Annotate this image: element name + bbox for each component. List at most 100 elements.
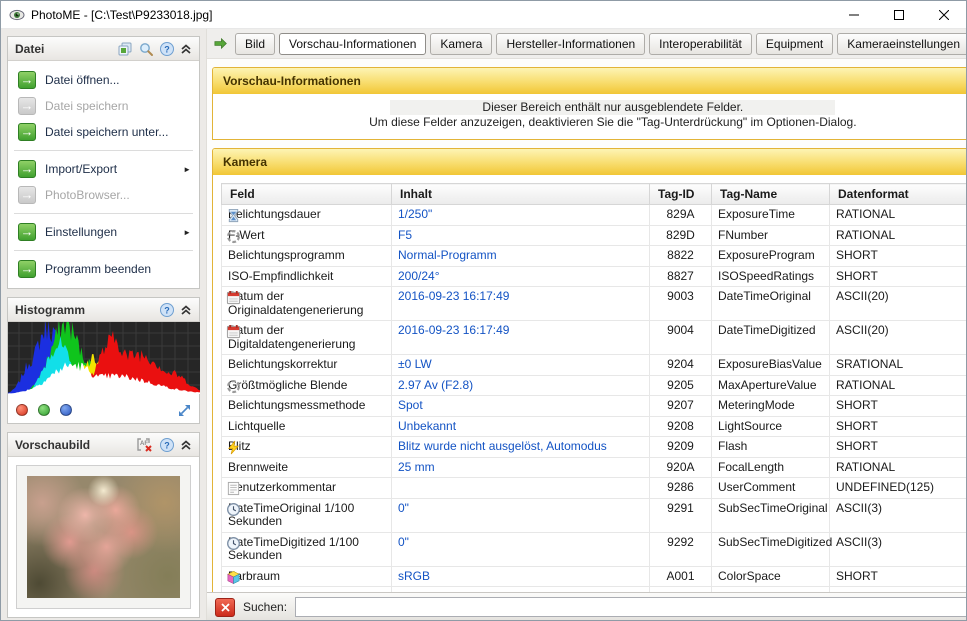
search-icon[interactable] [138, 41, 154, 57]
tab-hersteller-informationen[interactable]: Hersteller-Informationen [496, 32, 646, 55]
table-row[interactable]: F-Wert F5 829D FNumber RATIONAL [221, 224, 966, 246]
cell-inhalt[interactable]: 2016-09-23 16:17:49 [398, 289, 509, 303]
table-row[interactable]: Belichtungskorrektur ±0 LW 9204 Exposure… [221, 354, 966, 376]
menu-item-datei-speichern[interactable]: → Datei speichern ► [8, 93, 199, 119]
menu-item-photobrowser-[interactable]: → PhotoBrowser... ► [8, 182, 199, 208]
flash-icon [226, 440, 241, 455]
field-icon [226, 358, 241, 373]
hourglass-icon [226, 208, 241, 223]
table-row[interactable]: ISO-Empfindlichkeit 200/24° 8827 ISOSpee… [221, 265, 966, 287]
green-arrow-icon: → [18, 186, 36, 204]
title-bar[interactable]: PhotoME - [C:\Test\P9233018.jpg] [1, 1, 966, 29]
tab-kamera[interactable]: Kamera [430, 32, 493, 55]
preview-info-header[interactable]: Vorschau-Informationen [213, 68, 966, 94]
help-icon[interactable]: ? [159, 437, 175, 453]
cell-inhalt[interactable]: 0" [398, 501, 409, 515]
green-arrow-icon: → [18, 97, 36, 115]
field-icon [226, 399, 241, 414]
table-row[interactable]: Brennweite 25 mm 920A FocalLength RATION… [221, 456, 966, 478]
calendar-icon [226, 290, 241, 305]
tab-interoperabilität[interactable]: Interoperabilität [649, 32, 752, 55]
cell-tag-id: 9205 [649, 374, 712, 396]
table-row[interactable]: Lichtquelle Unbekannt 9208 LightSource S… [221, 415, 966, 437]
menu-separator [14, 213, 193, 214]
cell-inhalt[interactable]: F5 [398, 228, 412, 242]
cell-inhalt[interactable]: 2016-09-23 16:17:49 [398, 323, 509, 337]
menu-item-import-export[interactable]: → Import/Export ► [8, 156, 199, 182]
column-datenformat[interactable]: Datenformat [829, 183, 966, 205]
file-panel-header: Datei ? [8, 37, 199, 61]
cell-inhalt[interactable]: Blitz wurde nicht ausgelöst, Automodus [398, 439, 607, 453]
photobrowser-icon[interactable] [117, 41, 133, 57]
table-row[interactable]: Belichtungsdauer 1/250" 829A ExposureTim… [221, 204, 966, 226]
preview-image[interactable] [27, 476, 180, 598]
column-feld[interactable]: Feld [221, 183, 392, 205]
tab-kameraeinstellungen[interactable]: Kameraeinstellungen [837, 32, 966, 55]
menu-item-label: Einstellungen [45, 225, 118, 239]
histogram-panel: Histogramm ? [7, 297, 200, 424]
goto-section-icon[interactable] [213, 36, 228, 51]
cell-inhalt[interactable]: 2.97 Av (F2.8) [398, 378, 473, 392]
cell-inhalt[interactable]: Spot [398, 398, 423, 412]
collapse-icon[interactable] [180, 439, 192, 451]
minimize-button[interactable] [831, 1, 876, 28]
cell-inhalt[interactable]: Unbekannt [398, 419, 456, 433]
cell-tag-id: 9207 [649, 395, 712, 417]
tab-bild[interactable]: Bild [235, 32, 276, 55]
help-icon[interactable]: ? [159, 41, 175, 57]
tab-equipment[interactable]: Equipment [755, 32, 834, 55]
menu-item-label: Programm beenden [45, 262, 152, 276]
cell-datenformat: SHORT [829, 265, 966, 287]
cell-inhalt[interactable]: ±0 LW [398, 357, 432, 371]
scale-toggle-icon[interactable] [178, 404, 191, 417]
tab-vorschau-informationen[interactable]: Vorschau-Informationen [279, 32, 427, 55]
menu-item-einstellungen[interactable]: → Einstellungen ► [8, 219, 199, 245]
cube-icon [226, 570, 241, 585]
green-channel-toggle[interactable] [38, 404, 50, 416]
search-input[interactable] [295, 597, 966, 617]
help-icon[interactable]: ? [159, 302, 175, 318]
cell-feld: Belichtungsprogramm [228, 248, 345, 262]
message-line-1: Dieser Bereich enthält nur ausgeblendete… [390, 100, 836, 115]
menu-item-programm-beenden[interactable]: → Programm beenden ► [8, 256, 199, 282]
table-row[interactable]: Belichtungsmessmethode Spot 9207 Meterin… [221, 395, 966, 417]
table-row[interactable]: Farbraum sRGB A001 ColorSpace SHORT [221, 565, 966, 587]
close-search-icon[interactable] [215, 597, 235, 617]
table-row[interactable]: Datum der Digitaldatengenerierung 2016-0… [221, 320, 966, 355]
blue-channel-toggle[interactable] [60, 404, 72, 416]
table-row[interactable]: Belichtungsprogramm Normal-Programm 8822… [221, 245, 966, 267]
cell-inhalt[interactable]: sRGB [398, 569, 430, 583]
menu-item-label: PhotoBrowser... [45, 188, 130, 202]
svg-text:?: ? [164, 305, 170, 315]
cell-inhalt[interactable]: 1/250" [398, 207, 432, 221]
table-row[interactable]: Größtmögliche Blende 2.97 Av (F2.8) 9205… [221, 374, 966, 396]
collapse-icon[interactable] [180, 43, 192, 55]
close-button[interactable] [921, 1, 966, 28]
cell-datenformat: UNDEFINED(125) [829, 477, 966, 499]
cell-datenformat: RATIONAL [829, 224, 966, 246]
collapse-icon[interactable] [180, 304, 192, 316]
table-row[interactable]: Blitz Blitz wurde nicht ausgelöst, Autom… [221, 436, 966, 458]
cell-inhalt[interactable]: 200/24° [398, 269, 440, 283]
cell-tag-id: 9003 [649, 286, 712, 321]
column-tag-name[interactable]: Tag-Name [711, 183, 830, 205]
cell-inhalt[interactable]: Normal-Programm [398, 248, 497, 262]
cell-tag-name: ExposureProgram [711, 245, 830, 267]
app-icon [9, 7, 25, 23]
menu-item-datei-speichern-unter-[interactable]: → Datei speichern unter... ► [8, 119, 199, 145]
column-inhalt[interactable]: Inhalt [391, 183, 650, 205]
cell-inhalt[interactable]: 0" [398, 535, 409, 549]
red-channel-toggle[interactable] [16, 404, 28, 416]
column-tag-id[interactable]: Tag-ID [649, 183, 712, 205]
table-row[interactable]: DateTimeOriginal 1/100 Sekunden 0" 9291 … [221, 497, 966, 533]
maximize-button[interactable] [876, 1, 921, 28]
cell-inhalt[interactable]: 25 mm [398, 460, 435, 474]
af-frame-off-icon[interactable]: AF [136, 437, 154, 453]
table-row[interactable]: Benutzerkommentar 9286 UserComment UNDEF… [221, 477, 966, 499]
tab-bar: Bild Vorschau-Informationen Kamera Herstell… [207, 29, 966, 59]
cell-tag-id: 920A [649, 456, 712, 478]
table-row[interactable]: DateTimeDigitized 1/100 Sekunden 0" 9292… [221, 531, 966, 567]
camera-header[interactable]: Kamera [213, 149, 966, 175]
table-row[interactable]: Datum der Originaldatengenerierung 2016-… [221, 286, 966, 321]
menu-item-datei-öffnen-[interactable]: → Datei öffnen... ► [8, 67, 199, 93]
